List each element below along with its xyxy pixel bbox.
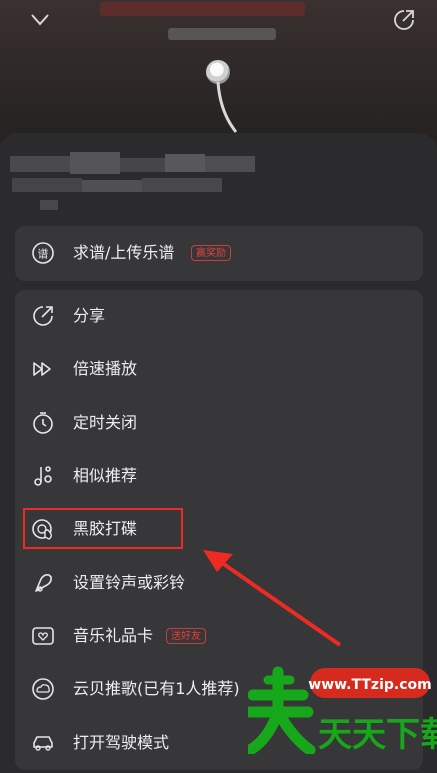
menu-item-timer[interactable]: 定时关闭: [15, 403, 423, 443]
ringtone-icon: [35, 574, 52, 592]
svg-text:谱: 谱: [38, 247, 49, 261]
watermark-url: www.TTzip.com: [308, 677, 431, 693]
menu-item-share[interactable]: 分享: [15, 296, 423, 336]
menu-item-label: 求谱/上传乐谱: [73, 243, 175, 262]
reward-badge: 赢奖励: [191, 245, 231, 261]
menu-item-label: 音乐礼品卡: [73, 626, 154, 645]
menu-item-label: 云贝推歌(已有1人推荐): [73, 679, 240, 698]
menu-item-label: 倍速播放: [73, 359, 138, 378]
blurred-song-artist: [168, 28, 276, 40]
menu-item-score[interactable]: 谱 求谱/上传乐谱 赢奖励: [15, 233, 423, 273]
menu-item-similar[interactable]: 相似推荐: [15, 456, 423, 496]
chevron-down-icon[interactable]: [28, 8, 52, 32]
menu-item-label: 打开驾驶模式: [73, 733, 170, 752]
watermark-text: 天天下载: [318, 715, 437, 754]
similar-icon: [34, 466, 52, 486]
timer-icon: [33, 412, 53, 434]
gift-card-icon: [32, 627, 54, 645]
share-arrow-icon[interactable]: [392, 8, 416, 32]
stylus-arm: [216, 82, 238, 133]
menu-item-label: 设置铃声或彩铃: [73, 573, 186, 592]
share-icon: [33, 306, 53, 326]
blurred-song-title: [100, 2, 305, 16]
watermark-logo: www.TTzip.com 天天下载: [248, 666, 437, 754]
annotation-arrow-icon: [203, 550, 342, 647]
stylus-head: [206, 60, 230, 84]
highlight-box: [23, 508, 183, 549]
blurred-song-subinfo: [12, 178, 222, 192]
menu-item-speed[interactable]: 倍速播放: [15, 349, 423, 389]
cloud-coin-icon: [32, 678, 54, 700]
blurred-song-info: [10, 152, 255, 174]
menu-item-label: 相似推荐: [73, 466, 138, 485]
menu-item-label: 分享: [73, 306, 106, 325]
speed-icon: [33, 362, 51, 376]
blurred-dot: [40, 200, 58, 210]
score-icon: 谱: [32, 242, 54, 264]
menu-item-label: 定时关闭: [73, 413, 138, 432]
car-icon: [33, 736, 53, 751]
